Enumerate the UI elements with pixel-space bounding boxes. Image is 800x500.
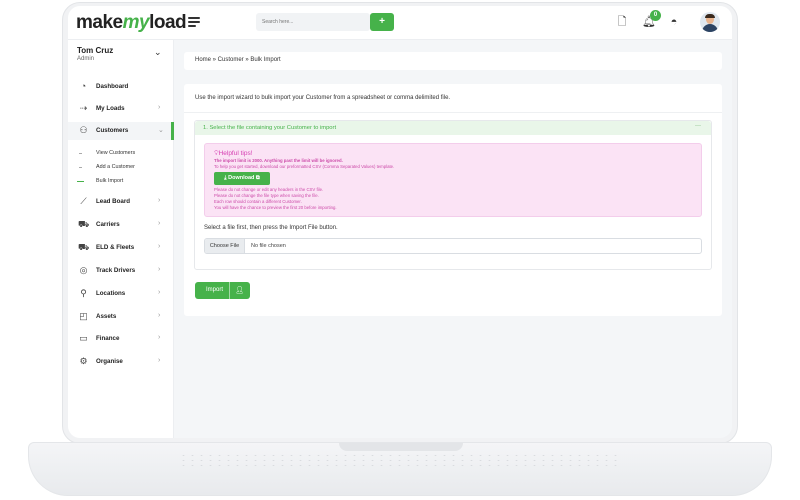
tips-line: You will have the chance to preview the … [214, 205, 337, 210]
fleet-icon: ⛟ [78, 242, 90, 252]
sidebar-item-lead-board[interactable]: ⟋ Lead Board › [68, 193, 174, 211]
breadcrumb[interactable]: Home » Customer » Bulk Import [195, 57, 281, 63]
finance-icon: ▭ [79, 333, 88, 343]
document-icon[interactable]: 🗋 [616, 16, 628, 28]
sidebar-item-eld-fleets[interactable]: ⛟ ELD & Fleets › [68, 239, 174, 257]
sidebar-item-my-loads[interactable]: ⇢ My Loads › [68, 100, 174, 118]
chevron-right-icon: › [158, 104, 161, 111]
chevron-right-icon: › [158, 243, 161, 250]
search-input[interactable] [256, 13, 370, 31]
laptop-notch [339, 443, 463, 451]
search-add-button[interactable]: + [370, 13, 394, 31]
tips-title: 💡︎Helpful tips! [214, 150, 253, 157]
app-screen: makemyload + 🗋 🔔︎ 0 ◓ Tom Cruz Admin ⌄ ◔… [68, 6, 732, 438]
tips-line: Please do not change or edit any headers… [214, 187, 324, 192]
file-instruction: Select a file first, then press the Impo… [204, 225, 338, 231]
sidebar-item-organise[interactable]: ⚙ Organise › [68, 353, 174, 371]
sidebar-item-carriers[interactable]: ⛟ Carriers › [68, 216, 174, 234]
sidebar-item-track-drivers[interactable]: ◎ Track Drivers › [68, 262, 174, 280]
import-button[interactable]: Import 👤︎ [195, 282, 250, 299]
avatar[interactable] [700, 12, 720, 32]
user-name: Tom Cruz [77, 46, 114, 55]
gear-icon: ⚙ [79, 356, 88, 366]
users-icon: ⚇ [79, 125, 88, 135]
pin-icon: ◎ [79, 265, 88, 275]
tips-line: The import limit is 2000. Anything past … [214, 158, 343, 163]
sidebar-item-finance[interactable]: ▭ Finance › [68, 330, 174, 348]
bag-icon: ◰ [79, 311, 88, 321]
divider [184, 112, 722, 113]
carrier-icon: ⛟ [78, 219, 90, 229]
truck-icon: ⇢ [79, 103, 88, 113]
sidebar-item-locations[interactable]: ⚲ Locations › [68, 285, 174, 303]
chevron-right-icon: › [158, 312, 161, 319]
user-role: Admin [77, 56, 95, 62]
sidebar-subitem-view-customers[interactable]: View Customers [68, 147, 168, 159]
chevron-down-icon[interactable]: ⌄ [154, 47, 162, 58]
sidebar-item-dashboard[interactable]: ◔ Dashboard [68, 78, 174, 96]
top-bar: makemyload + 🗋 🔔︎ 0 ◓ [68, 6, 732, 40]
chevron-right-icon: › [158, 220, 161, 227]
import-card: Use the import wizard to bulk import you… [184, 84, 722, 316]
chevron-right-icon: › [158, 357, 161, 364]
external-link-icon: ⧉ [255, 175, 260, 181]
logo[interactable]: makemyload [76, 12, 187, 34]
tips-line: Please do not change the file type when … [214, 193, 319, 198]
laptop-base [28, 442, 772, 496]
step-header[interactable]: 1. Select the file containing your Custo… [195, 121, 711, 135]
import-step-panel: 1. Select the file containing your Custo… [194, 120, 712, 270]
download-template-button[interactable]: ⤓ Download ⧉ [214, 172, 270, 185]
chart-icon: ⟋ [80, 196, 87, 206]
menu-toggle-icon[interactable] [188, 17, 200, 27]
file-input[interactable]: Choose File No file chosen [204, 238, 702, 254]
chevron-right-icon: › [158, 334, 161, 341]
sidebar: Tom Cruz Admin ⌄ ◔ Dashboard ⇢ My Loads … [68, 40, 174, 438]
location-icon: ⚲ [80, 288, 87, 298]
file-status: No file chosen [251, 243, 286, 249]
tips-line: To help you get started, download our pr… [214, 164, 395, 169]
sidebar-item-assets[interactable]: ◰ Assets › [68, 308, 174, 326]
collapse-icon[interactable]: — [695, 123, 701, 129]
user-upload-icon: 👤︎ [235, 287, 244, 294]
choose-file-button[interactable]: Choose File [205, 239, 245, 253]
laptop-speaker-grill [179, 453, 619, 467]
breadcrumb-card: Home » Customer » Bulk Import [184, 52, 722, 70]
import-intro-text: Use the import wizard to bulk import you… [195, 95, 451, 101]
theme-toggle-icon[interactable]: ◓ [668, 16, 680, 28]
chevron-right-icon: › [158, 289, 161, 296]
sidebar-subitem-bulk-import[interactable]: Bulk Import [68, 175, 168, 187]
notification-badge: 0 [650, 10, 661, 21]
dashboard-icon: ◔ [80, 81, 87, 91]
step-title: 1. Select the file containing your Custo… [203, 125, 337, 131]
helpful-tips-box: 💡︎Helpful tips! The import limit is 2000… [204, 143, 702, 217]
chevron-down-icon: ⌄ [158, 127, 164, 134]
download-icon: ⤓ [224, 175, 227, 181]
sidebar-item-customers[interactable]: ⚇ Customers ⌄ [68, 122, 174, 140]
chevron-right-icon: › [158, 197, 161, 204]
sidebar-subitem-add-customer[interactable]: Add a Customer [68, 161, 168, 173]
chevron-right-icon: › [158, 266, 161, 273]
tips-line: Each row should contain a different Cust… [214, 199, 302, 204]
